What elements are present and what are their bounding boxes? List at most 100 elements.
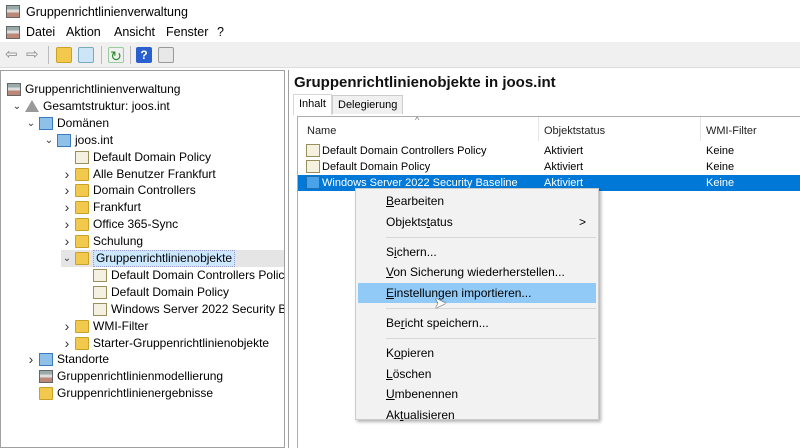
tree-item-label: Frankfurt	[93, 200, 142, 215]
menu-item-label: Einstellungen importieren...	[386, 286, 532, 301]
menu-item-label: Bearbeiten	[386, 194, 445, 208]
show-action-pane-icon[interactable]	[158, 47, 174, 63]
menu-datei[interactable]: Datei	[26, 25, 55, 39]
column-header-name[interactable]: Name	[307, 125, 336, 137]
tree-item[interactable]: › WMI-Filter	[61, 318, 284, 335]
tree-item[interactable]: Default Domain Controllers Policy	[79, 267, 284, 284]
help-icon[interactable]: ?	[136, 47, 152, 63]
gpo-icon	[93, 285, 107, 299]
chevron-right-icon[interactable]: ›	[61, 335, 73, 352]
gpo-icon	[75, 150, 89, 164]
tree-item[interactable]: ⌄ Domänen	[25, 115, 284, 132]
tree-item[interactable]: › Office 365-Sync	[61, 216, 284, 233]
system-menu-icon[interactable]	[6, 26, 20, 39]
app-icon	[6, 5, 20, 18]
tree-item[interactable]: › Schulung	[61, 233, 284, 250]
context-menu-item[interactable]: Umbenennen	[358, 384, 596, 404]
folder-icon	[75, 319, 89, 333]
chevron-right-icon[interactable]: ›	[25, 351, 37, 368]
toolbar: ⇦ ⇨ ↻ ?	[0, 42, 800, 68]
chevron-down-icon[interactable]: ⌄	[11, 98, 23, 115]
tree-item[interactable]: Windows Server 2022 Security Bas	[79, 301, 284, 318]
menu-help[interactable]: ?	[217, 25, 224, 39]
up-folder-icon[interactable]	[56, 47, 72, 63]
tree-item[interactable]: Gruppenrichtlinienergebnisse	[25, 385, 284, 402]
tree-item-label: Gesamtstruktur: joos.int	[43, 98, 170, 113]
chevron-right-icon[interactable]: ›	[61, 182, 73, 199]
chevron-down-icon[interactable]: ⌄	[25, 115, 37, 132]
folder-icon	[75, 201, 89, 215]
refresh-icon[interactable]: ↻	[108, 47, 124, 64]
menu-separator	[386, 308, 596, 309]
show-hide-tree-icon[interactable]	[78, 47, 94, 63]
title-bar: Gruppenrichtlinienverwaltung	[0, 0, 800, 22]
context-menu-item[interactable]: Kopieren	[358, 343, 596, 363]
tree-item-label: Domain Controllers	[93, 183, 196, 198]
context-menu-item[interactable]: Einstellungen importieren...	[358, 283, 596, 304]
folder-icon	[75, 336, 89, 350]
forward-icon[interactable]: ⇨	[26, 47, 42, 63]
column-header-objektstatus[interactable]: Objektstatus	[544, 125, 605, 137]
submenu-arrow-icon: >	[578, 214, 586, 229]
menu-item-label: Kopieren	[386, 345, 435, 360]
tab-inhalt[interactable]: Inhalt	[293, 94, 332, 115]
chevron-right-icon[interactable]: ›	[61, 233, 73, 250]
cell-name: Default Domain Policy	[322, 161, 431, 173]
gpo-icon	[306, 176, 320, 189]
cell-wmi-filter: Keine	[706, 161, 735, 173]
chevron-right-icon[interactable]: ›	[61, 199, 73, 216]
column-header-wmi-filter[interactable]: WMI-Filter	[706, 125, 757, 137]
tree-item-label: Default Domain Controllers Policy	[111, 267, 285, 282]
context-menu-item[interactable]: Löschen	[358, 364, 596, 384]
tree-item-label: Gruppenrichtlinienergebnisse	[57, 386, 214, 401]
folder-icon	[75, 184, 89, 198]
tab-delegierung[interactable]: Delegierung	[332, 95, 404, 114]
tree-item[interactable]: Default Domain Policy	[79, 284, 284, 301]
tree-item-label: Windows Server 2022 Security Bas	[111, 301, 285, 316]
context-menu-item[interactable]: Bearbeiten	[358, 191, 596, 211]
tree-item[interactable]: › Starter-Gruppenrichtlinienobjekte	[61, 335, 284, 352]
context-menu-item[interactable]: Objektstatus >	[358, 212, 596, 232]
menu-item-label: Objektstatus	[386, 214, 453, 229]
chevron-right-icon[interactable]: ›	[61, 166, 73, 183]
table-row[interactable]: Default Domain Policy Aktiviert Keine	[298, 159, 800, 175]
tree-item-label: Alle Benutzer Frankfurt	[93, 166, 216, 181]
tree-item[interactable]: › Standorte	[25, 351, 284, 368]
tree-item[interactable]: › Frankfurt	[61, 199, 284, 216]
tree-item[interactable]: Default Domain Policy	[61, 149, 284, 166]
table-row[interactable]: Default Domain Controllers Policy Aktivi…	[298, 143, 800, 159]
tree-item-label: Gruppenrichtlinienverwaltung	[25, 82, 181, 96]
menu-aktion[interactable]: Aktion	[66, 25, 101, 39]
tree-item-label: Gruppenrichtlinienobjekte	[93, 250, 236, 267]
tree-item[interactable]: ⌄ Gesamtstruktur: joos.int	[11, 98, 284, 115]
menu-item-label: Aktualisieren	[386, 408, 455, 423]
context-menu-item[interactable]: Von Sicherung wiederherstellen...	[358, 262, 596, 282]
chevron-right-icon[interactable]: ›	[61, 318, 73, 335]
menu-ansicht[interactable]: Ansicht	[114, 25, 155, 39]
forest-icon	[25, 99, 39, 112]
chevron-down-icon[interactable]: ⌄	[43, 132, 55, 149]
tree-item[interactable]: Gruppenrichtlinienmodellierung	[25, 368, 284, 385]
chevron-down-icon[interactable]: ⌄	[61, 250, 73, 267]
folder-icon	[39, 387, 53, 401]
folder-icon	[75, 167, 89, 181]
gpo-icon	[93, 302, 107, 316]
tree-item[interactable]: › Domain Controllers	[61, 182, 284, 199]
pane-title: Gruppenrichtlinienobjekte in joos.int	[294, 74, 556, 91]
window-title: Gruppenrichtlinienverwaltung	[26, 5, 188, 19]
menu-fenster[interactable]: Fenster	[166, 25, 208, 39]
context-menu-item[interactable]: Aktualisieren	[358, 405, 596, 425]
tree-item[interactable]: ⌄ joos.int	[43, 132, 284, 149]
back-icon[interactable]: ⇦	[5, 47, 21, 63]
context-menu: Bearbeiten Objektstatus > Sichern... Von Sic…	[355, 188, 599, 422]
chevron-right-icon[interactable]: ›	[61, 216, 73, 233]
folder-icon	[75, 235, 89, 249]
menu-item-label: Umbenennen	[386, 387, 459, 402]
context-menu-item[interactable]: Sichern...	[358, 242, 596, 262]
context-menu-item[interactable]: Bericht speichern...	[358, 313, 596, 333]
tree-item-label: Standorte	[57, 352, 110, 367]
domain-icon	[39, 116, 53, 130]
tree-item[interactable]: ⌄ Gruppenrichtlinienobjekte	[61, 250, 284, 267]
tree-item[interactable]: Gruppenrichtlinienverwaltung	[7, 81, 284, 98]
tree-item[interactable]: › Alle Benutzer Frankfurt	[61, 166, 284, 183]
